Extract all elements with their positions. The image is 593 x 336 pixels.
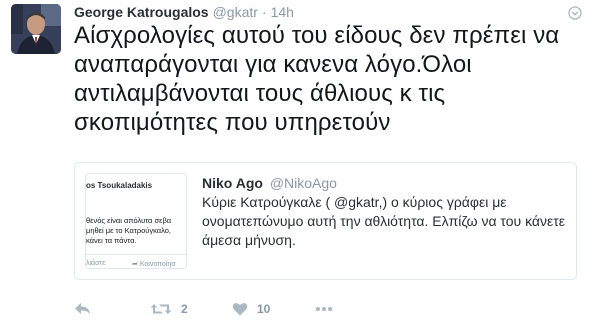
more-button[interactable] [315, 299, 333, 319]
caret-down-icon[interactable] [568, 6, 582, 20]
reply-icon [75, 303, 90, 314]
tweet-actions: 2 10 [74, 299, 374, 321]
share-arrow-icon: ➦ [132, 261, 140, 268]
author-name[interactable]: George Katrougalos [74, 4, 209, 20]
quoted-author-handle[interactable]: @NikoAgo [270, 175, 337, 191]
retweet-count: 2 [181, 302, 188, 316]
quoted-text: Κύριε Κατρούγκαλε ( @gkatr,) ο κύριος γρ… [202, 194, 566, 248]
like-count: 10 [257, 302, 271, 316]
tweet-text: Αίσχρολογίες αυτού του είδους δεν πρέπει… [74, 22, 560, 136]
more-icon [316, 307, 332, 311]
tweet-header: George Katrougalos @gkatr · 14h [74, 4, 294, 20]
quoted-author-name[interactable]: Niko Ago [202, 175, 263, 191]
quoted-header: Niko Ago @NikoAgo [202, 175, 337, 191]
media-text-line: θενός είναι απόλυτα σεβα [86, 216, 172, 225]
quoted-tweet-media[interactable]: os Tsoukaladakis θενός είναι απόλυτα σεβ… [85, 173, 187, 269]
avatar[interactable] [11, 4, 61, 54]
timestamp[interactable]: 14h [271, 4, 294, 20]
quoted-tweet[interactable]: os Tsoukaladakis θενός είναι απόλυτα σεβ… [74, 162, 577, 280]
media-name: os Tsoukaladakis [86, 181, 153, 190]
retweet-icon [150, 304, 172, 314]
avatar-photo [11, 4, 61, 54]
media-text-line: κάνει τα πάντα. [86, 236, 137, 245]
media-divider [86, 254, 186, 255]
media-action: ➦ Κοινοποίησ [132, 260, 176, 268]
media-action: λιάστε [86, 260, 106, 267]
reply-button[interactable] [74, 299, 91, 319]
media-action-label: Κοινοποίησ [139, 261, 176, 268]
retweet-button[interactable]: 2 [150, 299, 188, 319]
author-handle[interactable]: @gkatr [213, 4, 258, 20]
separator: · [261, 4, 267, 20]
like-button[interactable]: 10 [232, 299, 270, 319]
media-text-line: μηθεί με το Κατρούγκαλο, [86, 226, 172, 235]
heart-icon [232, 303, 248, 316]
tweet: George Katrougalos @gkatr · 14h Αίσχρολο… [0, 0, 593, 336]
